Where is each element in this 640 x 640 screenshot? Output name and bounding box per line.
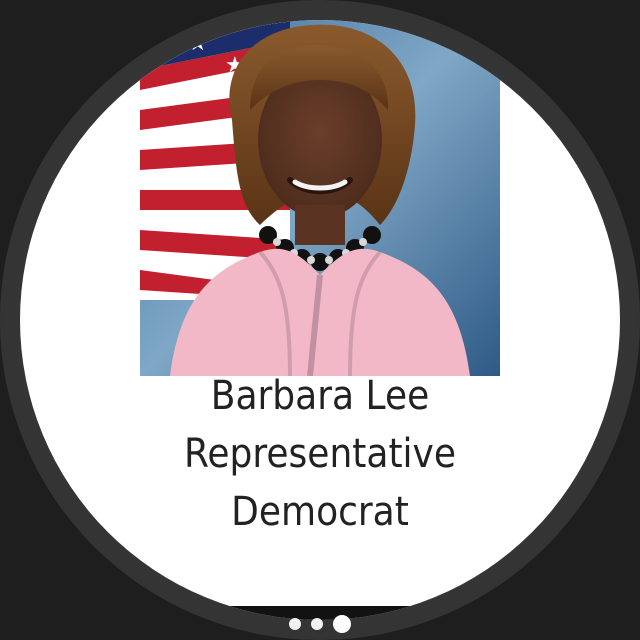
member-portrait[interactable]: ★ ★ ★ ★ [140, 20, 500, 376]
page-dot[interactable] [289, 618, 301, 630]
watch-face: ★ ★ ★ ★ [20, 20, 620, 620]
page-dot[interactable] [311, 618, 323, 630]
watch-screen: ★ ★ ★ ★ [0, 0, 640, 640]
svg-text:★: ★ [250, 20, 270, 24]
portrait-image: ★ ★ ★ ★ [140, 20, 500, 376]
svg-text:★: ★ [218, 20, 238, 36]
member-title: Representative [183, 431, 457, 477]
member-party: Democrat [231, 489, 409, 535]
member-name: Barbara Lee [210, 373, 430, 419]
member-info: Barbara Lee Representative Democrat [50, 367, 590, 541]
page-indicator [0, 612, 640, 636]
svg-text:★: ★ [188, 31, 208, 56]
page-dot-active[interactable] [333, 615, 351, 633]
